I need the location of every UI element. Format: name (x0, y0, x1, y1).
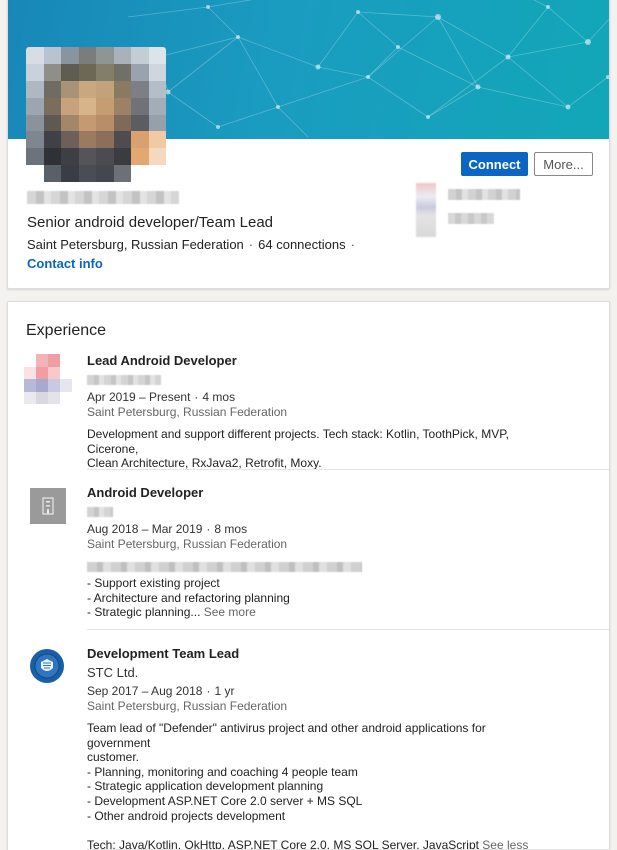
divider (87, 469, 609, 470)
job-title[interactable]: Development Team Lead (87, 645, 609, 664)
current-company-redacted[interactable] (416, 183, 526, 239)
building-glyph (42, 497, 54, 515)
see-more-link[interactable]: See more (204, 605, 256, 619)
duration: 8 mos (214, 522, 248, 536)
job-dates: Apr 2019 – Present · 4 mos (87, 390, 609, 405)
separator-dot: · (206, 684, 211, 698)
company-name-redacted (87, 507, 113, 517)
job-dates: Aug 2018 – Mar 2019 · 8 mos (87, 522, 609, 537)
profile-location: Saint Petersburg, Russian Federation (27, 237, 244, 252)
profile-location-line: Saint Petersburg, Russian Federation · 64 … (27, 237, 360, 252)
separator-dot: · (350, 237, 355, 252)
experience-entry-body: Android Developer Aug 2018 – Mar 2019 · 8 … (87, 484, 609, 620)
profile-name-redacted (27, 191, 179, 204)
company-logo-redacted (416, 183, 436, 237)
avatar[interactable] (26, 47, 166, 182)
job-dates: Sep 2017 – Aug 2018 · 1 yr (87, 684, 609, 699)
job-location: Saint Petersburg, Russian Federation (87, 405, 288, 419)
divider (87, 629, 609, 630)
date-range: Sep 2017 – Aug 2018 (87, 684, 203, 698)
company-name[interactable]: STC Ltd. (87, 664, 609, 683)
connect-button[interactable]: Connect (461, 152, 528, 176)
job-description-text: - Support existing project - Architectur… (87, 576, 290, 620)
profile-connections[interactable]: 64 connections (258, 237, 345, 252)
separator-dot: · (206, 522, 211, 536)
company-logo-redacted[interactable] (24, 354, 72, 404)
date-range: Apr 2019 – Present (87, 390, 191, 404)
shield-icon[interactable] (30, 649, 64, 683)
company-name-redacted (87, 375, 161, 385)
job-location: Saint Petersburg, Russian Federation (87, 537, 288, 551)
job-description: Development and support different projec… (87, 427, 510, 471)
duration: 1 yr (214, 684, 235, 698)
description-line-redacted (87, 562, 362, 572)
school-name-redacted (448, 213, 494, 224)
contact-info-link[interactable]: Contact info (27, 256, 103, 271)
job-description: - Support existing project - Architectur… (87, 576, 547, 620)
job-description-text: Team lead of "Defender" antivirus projec… (87, 721, 486, 850)
job-title[interactable]: Android Developer (87, 484, 609, 503)
experience-section: Experience Lead Android Developer Apr 20… (7, 301, 610, 850)
separator-dot: · (248, 237, 254, 252)
experience-entry-body: Development Team Lead STC Ltd. Sep 2017 … (87, 645, 609, 850)
experience-entry-body: Lead Android Developer Apr 2019 – Presen… (87, 352, 609, 471)
profile-card: Connect More... Senior android developer… (7, 0, 610, 289)
profile-headline: Senior android developer/Team Lead (27, 214, 273, 231)
experience-heading: Experience (26, 322, 107, 339)
date-range: Aug 2018 – Mar 2019 (87, 522, 203, 536)
job-location: Saint Petersburg, Russian Federation (87, 699, 288, 713)
company-name-redacted (448, 189, 520, 200)
building-icon[interactable] (30, 488, 66, 524)
job-title[interactable]: Lead Android Developer (87, 352, 609, 371)
job-description: Team lead of "Defender" antivirus projec… (87, 721, 547, 850)
separator-dot: · (194, 390, 199, 404)
duration: 4 mos (202, 390, 236, 404)
more-button[interactable]: More... (534, 152, 593, 176)
emblem-glyph (34, 653, 60, 679)
